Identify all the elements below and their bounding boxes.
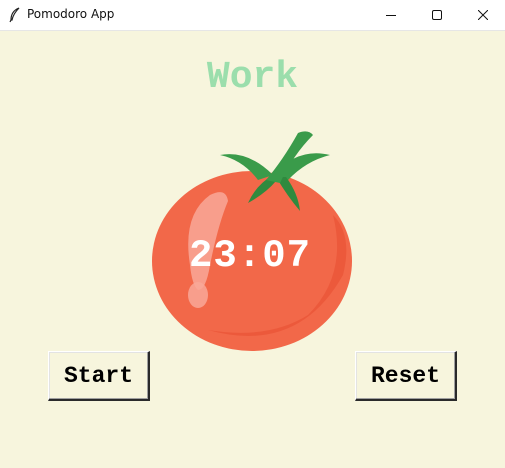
maximize-button[interactable]	[414, 0, 460, 30]
minimize-icon	[386, 15, 396, 16]
title-bar: Pomodoro App	[0, 0, 505, 31]
minimize-button[interactable]	[368, 0, 414, 30]
mode-heading: Work	[206, 56, 299, 99]
close-icon	[478, 10, 488, 20]
window-title: Pomodoro App	[27, 7, 115, 21]
start-button[interactable]: Start	[48, 351, 150, 401]
timer-display: 23:07	[188, 234, 312, 278]
feather-icon	[9, 7, 20, 23]
maximize-icon	[432, 10, 442, 20]
close-button[interactable]	[460, 0, 505, 30]
reset-button[interactable]: Reset	[355, 351, 457, 401]
